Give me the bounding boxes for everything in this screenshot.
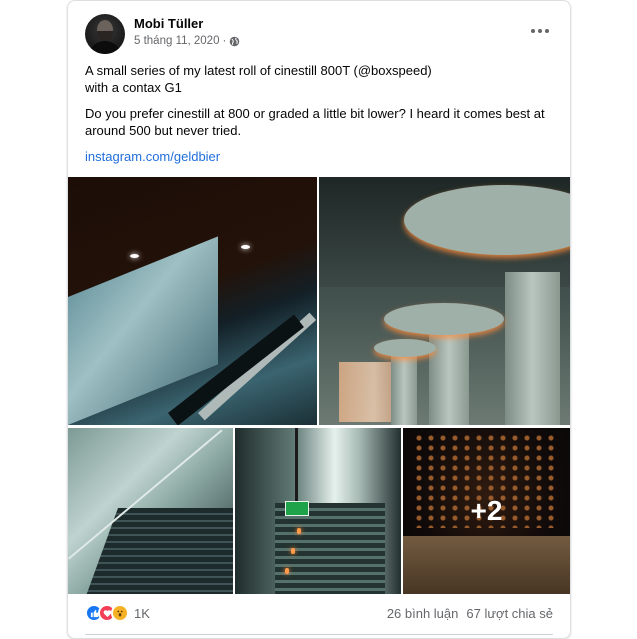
ceiling-light	[241, 245, 250, 249]
wall-lamp	[285, 568, 289, 574]
photo-column	[429, 327, 469, 425]
meta-separator: ·	[222, 35, 227, 47]
photo-column-top	[374, 339, 436, 357]
dot-icon	[545, 29, 549, 33]
photo-stairs	[77, 508, 233, 594]
dot-icon	[531, 29, 535, 33]
post-stats: 26 bình luận 67 lượt chia sẻ	[387, 606, 553, 621]
shares-count-link[interactable]: 67 lượt chia sẻ	[466, 606, 553, 621]
comments-count-link[interactable]: 26 bình luận	[387, 606, 459, 621]
photo-columns[interactable]	[319, 177, 570, 425]
post-paragraph: A small series of my latest roll of cine…	[85, 63, 432, 95]
avatar-shoulders	[88, 41, 122, 54]
photo-escalator[interactable]	[68, 177, 317, 425]
reaction-count: 1K	[134, 605, 150, 621]
globe-icon[interactable]	[229, 36, 240, 47]
post-date[interactable]: 5 tháng 11, 2020	[134, 35, 219, 47]
post-meta: 5 tháng 11, 2020 ·	[134, 35, 240, 47]
post-paragraph: Do you prefer cinestill at 800 or graded…	[85, 106, 545, 138]
post-text: A small series of my latest roll of cine…	[85, 62, 555, 139]
photo-column	[505, 272, 560, 425]
photo-stairs-exit[interactable]	[235, 428, 401, 594]
more-photos-overlay[interactable]: +2	[403, 428, 570, 594]
photo-more[interactable]: +2	[403, 428, 570, 594]
exit-sign	[285, 501, 309, 516]
more-options-button[interactable]	[527, 21, 553, 41]
reactions-summary[interactable]: 1K	[85, 604, 150, 622]
wall-lamp	[297, 528, 301, 534]
footer-divider	[85, 634, 553, 635]
wall-lamp	[291, 548, 295, 554]
photo-stairs-left[interactable]	[68, 428, 233, 594]
post-card: Mobi Tüller 5 tháng 11, 2020 · A small s…	[67, 0, 571, 639]
more-photos-count: +2	[470, 495, 503, 526]
wow-icon	[111, 604, 129, 622]
photo-column	[391, 352, 417, 425]
instagram-link[interactable]: instagram.com/geldbier	[85, 149, 220, 164]
photo-sign-pole	[295, 428, 298, 502]
ceiling-light	[130, 254, 139, 258]
photo-column-top	[384, 303, 504, 335]
author-name[interactable]: Mobi Tüller	[134, 16, 203, 31]
avatar-beard	[97, 31, 113, 41]
dot-icon	[538, 29, 542, 33]
avatar[interactable]	[85, 14, 125, 54]
